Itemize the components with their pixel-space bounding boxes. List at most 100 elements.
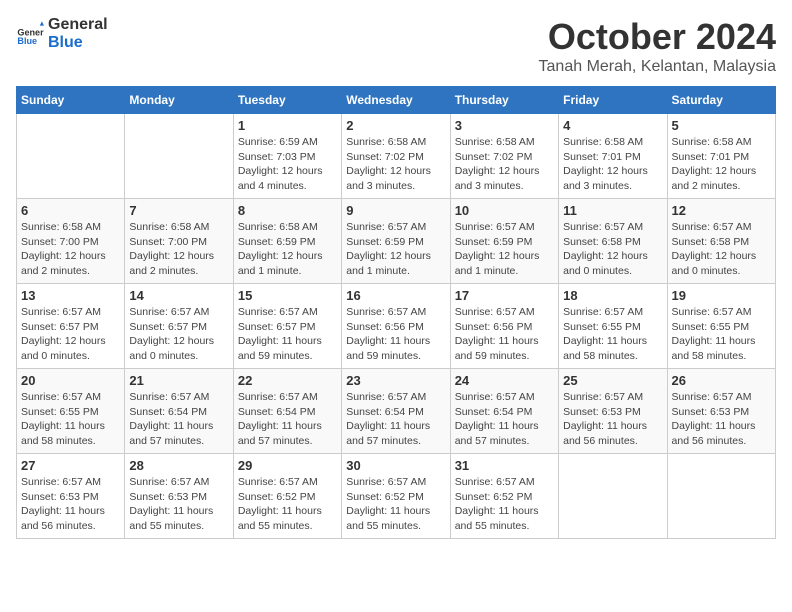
day-info: Sunrise: 6:58 AM Sunset: 7:01 PM Dayligh…: [672, 135, 771, 194]
calendar-week-row: 20 Sunrise: 6:57 AM Sunset: 6:55 PM Dayli…: [17, 369, 776, 454]
day-info: Sunrise: 6:58 AM Sunset: 7:02 PM Dayligh…: [346, 135, 445, 194]
calendar-cell: 6 Sunrise: 6:58 AM Sunset: 7:00 PM Daylig…: [17, 199, 125, 284]
day-number: 2: [346, 118, 445, 133]
calendar-cell: 8Sunrise: 6:58 AM Sunset: 6:59 PM Daylig…: [233, 199, 341, 284]
day-info: Sunrise: 6:57 AM Sunset: 6:57 PM Dayligh…: [238, 305, 337, 364]
day-info: Sunrise: 6:57 AM Sunset: 6:53 PM Dayligh…: [129, 475, 228, 534]
calendar-cell: 5 Sunrise: 6:58 AM Sunset: 7:01 PM Daylig…: [667, 114, 775, 199]
calendar-cell: 25Sunrise: 6:57 AM Sunset: 6:53 PM Dayli…: [559, 369, 667, 454]
day-number: 20: [21, 373, 120, 388]
calendar-cell: 18 Sunrise: 6:57 AM Sunset: 6:55 PM Dayli…: [559, 284, 667, 369]
day-info: Sunrise: 6:57 AM Sunset: 6:52 PM Dayligh…: [346, 475, 445, 534]
calendar-cell: 2 Sunrise: 6:58 AM Sunset: 7:02 PM Daylig…: [342, 114, 450, 199]
day-info: Sunrise: 6:57 AM Sunset: 6:57 PM Dayligh…: [129, 305, 228, 364]
calendar-week-row: 1Sunrise: 6:59 AM Sunset: 7:03 PM Daylig…: [17, 114, 776, 199]
day-info: Sunrise: 6:57 AM Sunset: 6:54 PM Dayligh…: [346, 390, 445, 449]
calendar-cell: 11Sunrise: 6:57 AM Sunset: 6:58 PM Dayli…: [559, 199, 667, 284]
day-info: Sunrise: 6:57 AM Sunset: 6:57 PM Dayligh…: [21, 305, 120, 364]
weekday-header-friday: Friday: [559, 87, 667, 114]
page-header: General Blue General Blue October 2024 T…: [16, 16, 776, 76]
day-info: Sunrise: 6:57 AM Sunset: 6:58 PM Dayligh…: [672, 220, 771, 279]
day-number: 11: [563, 203, 662, 218]
calendar-cell: 21 Sunrise: 6:57 AM Sunset: 6:54 PM Dayli…: [125, 369, 233, 454]
calendar-cell: 14Sunrise: 6:57 AM Sunset: 6:57 PM Dayli…: [125, 284, 233, 369]
weekday-header-row: SundayMondayTuesdayWednesdayThursdayFrid…: [17, 87, 776, 114]
day-number: 21: [129, 373, 228, 388]
weekday-header-saturday: Saturday: [667, 87, 775, 114]
day-number: 6: [21, 203, 120, 218]
day-info: Sunrise: 6:57 AM Sunset: 6:55 PM Dayligh…: [672, 305, 771, 364]
calendar-cell: 1Sunrise: 6:59 AM Sunset: 7:03 PM Daylig…: [233, 114, 341, 199]
day-number: 22: [238, 373, 337, 388]
calendar-cell: 26 Sunrise: 6:57 AM Sunset: 6:53 PM Dayli…: [667, 369, 775, 454]
calendar-week-row: 13Sunrise: 6:57 AM Sunset: 6:57 PM Dayli…: [17, 284, 776, 369]
day-info: Sunrise: 6:57 AM Sunset: 6:55 PM Dayligh…: [21, 390, 120, 449]
day-info: Sunrise: 6:57 AM Sunset: 6:54 PM Dayligh…: [455, 390, 554, 449]
calendar-cell: [17, 114, 125, 199]
svg-text:Blue: Blue: [17, 35, 37, 45]
day-number: 4: [563, 118, 662, 133]
day-number: 17: [455, 288, 554, 303]
weekday-header-sunday: Sunday: [17, 87, 125, 114]
day-info: Sunrise: 6:57 AM Sunset: 6:59 PM Dayligh…: [455, 220, 554, 279]
day-info: Sunrise: 6:57 AM Sunset: 6:53 PM Dayligh…: [21, 475, 120, 534]
calendar-cell: 16 Sunrise: 6:57 AM Sunset: 6:56 PM Dayli…: [342, 284, 450, 369]
weekday-header-tuesday: Tuesday: [233, 87, 341, 114]
calendar-cell: 10 Sunrise: 6:57 AM Sunset: 6:59 PM Dayli…: [450, 199, 558, 284]
day-info: Sunrise: 6:58 AM Sunset: 7:01 PM Dayligh…: [563, 135, 662, 194]
day-number: 10: [455, 203, 554, 218]
day-info: Sunrise: 6:57 AM Sunset: 6:55 PM Dayligh…: [563, 305, 662, 364]
day-info: Sunrise: 6:57 AM Sunset: 6:54 PM Dayligh…: [129, 390, 228, 449]
calendar-cell: [667, 454, 775, 539]
day-number: 29: [238, 458, 337, 473]
calendar-cell: 31 Sunrise: 6:57 AM Sunset: 6:52 PM Dayli…: [450, 454, 558, 539]
calendar-cell: 28Sunrise: 6:57 AM Sunset: 6:53 PM Dayli…: [125, 454, 233, 539]
logo: General Blue General Blue: [16, 16, 108, 51]
calendar-cell: 24 Sunrise: 6:57 AM Sunset: 6:54 PM Dayli…: [450, 369, 558, 454]
day-info: Sunrise: 6:59 AM Sunset: 7:03 PM Dayligh…: [238, 135, 337, 194]
calendar-table: SundayMondayTuesdayWednesdayThursdayFrid…: [16, 86, 776, 539]
day-info: Sunrise: 6:58 AM Sunset: 7:00 PM Dayligh…: [21, 220, 120, 279]
calendar-week-row: 6 Sunrise: 6:58 AM Sunset: 7:00 PM Daylig…: [17, 199, 776, 284]
calendar-cell: [559, 454, 667, 539]
day-number: 26: [672, 373, 771, 388]
calendar-cell: 9 Sunrise: 6:57 AM Sunset: 6:59 PM Daylig…: [342, 199, 450, 284]
logo-blue-text: Blue: [48, 34, 108, 52]
day-info: Sunrise: 6:57 AM Sunset: 6:52 PM Dayligh…: [238, 475, 337, 534]
calendar-cell: 4 Sunrise: 6:58 AM Sunset: 7:01 PM Daylig…: [559, 114, 667, 199]
day-info: Sunrise: 6:57 AM Sunset: 6:56 PM Dayligh…: [346, 305, 445, 364]
day-info: Sunrise: 6:57 AM Sunset: 6:53 PM Dayligh…: [672, 390, 771, 449]
day-number: 8: [238, 203, 337, 218]
calendar-cell: 15 Sunrise: 6:57 AM Sunset: 6:57 PM Dayli…: [233, 284, 341, 369]
location-title: Tanah Merah, Kelantan, Malaysia: [539, 58, 776, 76]
day-number: 3: [455, 118, 554, 133]
day-number: 15: [238, 288, 337, 303]
day-number: 5: [672, 118, 771, 133]
weekday-header-monday: Monday: [125, 87, 233, 114]
calendar-cell: 12Sunrise: 6:57 AM Sunset: 6:58 PM Dayli…: [667, 199, 775, 284]
day-number: 25: [563, 373, 662, 388]
title-block: October 2024 Tanah Merah, Kelantan, Mala…: [539, 16, 776, 76]
day-number: 31: [455, 458, 554, 473]
day-number: 23: [346, 373, 445, 388]
weekday-header-thursday: Thursday: [450, 87, 558, 114]
calendar-cell: 29 Sunrise: 6:57 AM Sunset: 6:52 PM Dayli…: [233, 454, 341, 539]
calendar-cell: 22Sunrise: 6:57 AM Sunset: 6:54 PM Dayli…: [233, 369, 341, 454]
day-number: 24: [455, 373, 554, 388]
calendar-cell: 27Sunrise: 6:57 AM Sunset: 6:53 PM Dayli…: [17, 454, 125, 539]
day-number: 19: [672, 288, 771, 303]
calendar-cell: 13Sunrise: 6:57 AM Sunset: 6:57 PM Dayli…: [17, 284, 125, 369]
calendar-week-row: 27Sunrise: 6:57 AM Sunset: 6:53 PM Dayli…: [17, 454, 776, 539]
day-number: 9: [346, 203, 445, 218]
calendar-cell: 30Sunrise: 6:57 AM Sunset: 6:52 PM Dayli…: [342, 454, 450, 539]
day-number: 18: [563, 288, 662, 303]
day-info: Sunrise: 6:58 AM Sunset: 7:00 PM Dayligh…: [129, 220, 228, 279]
logo-icon: General Blue: [16, 20, 44, 48]
calendar-cell: [125, 114, 233, 199]
calendar-cell: 3Sunrise: 6:58 AM Sunset: 7:02 PM Daylig…: [450, 114, 558, 199]
day-info: Sunrise: 6:57 AM Sunset: 6:59 PM Dayligh…: [346, 220, 445, 279]
day-info: Sunrise: 6:57 AM Sunset: 6:52 PM Dayligh…: [455, 475, 554, 534]
calendar-cell: 19 Sunrise: 6:57 AM Sunset: 6:55 PM Dayli…: [667, 284, 775, 369]
day-number: 16: [346, 288, 445, 303]
day-number: 7: [129, 203, 228, 218]
